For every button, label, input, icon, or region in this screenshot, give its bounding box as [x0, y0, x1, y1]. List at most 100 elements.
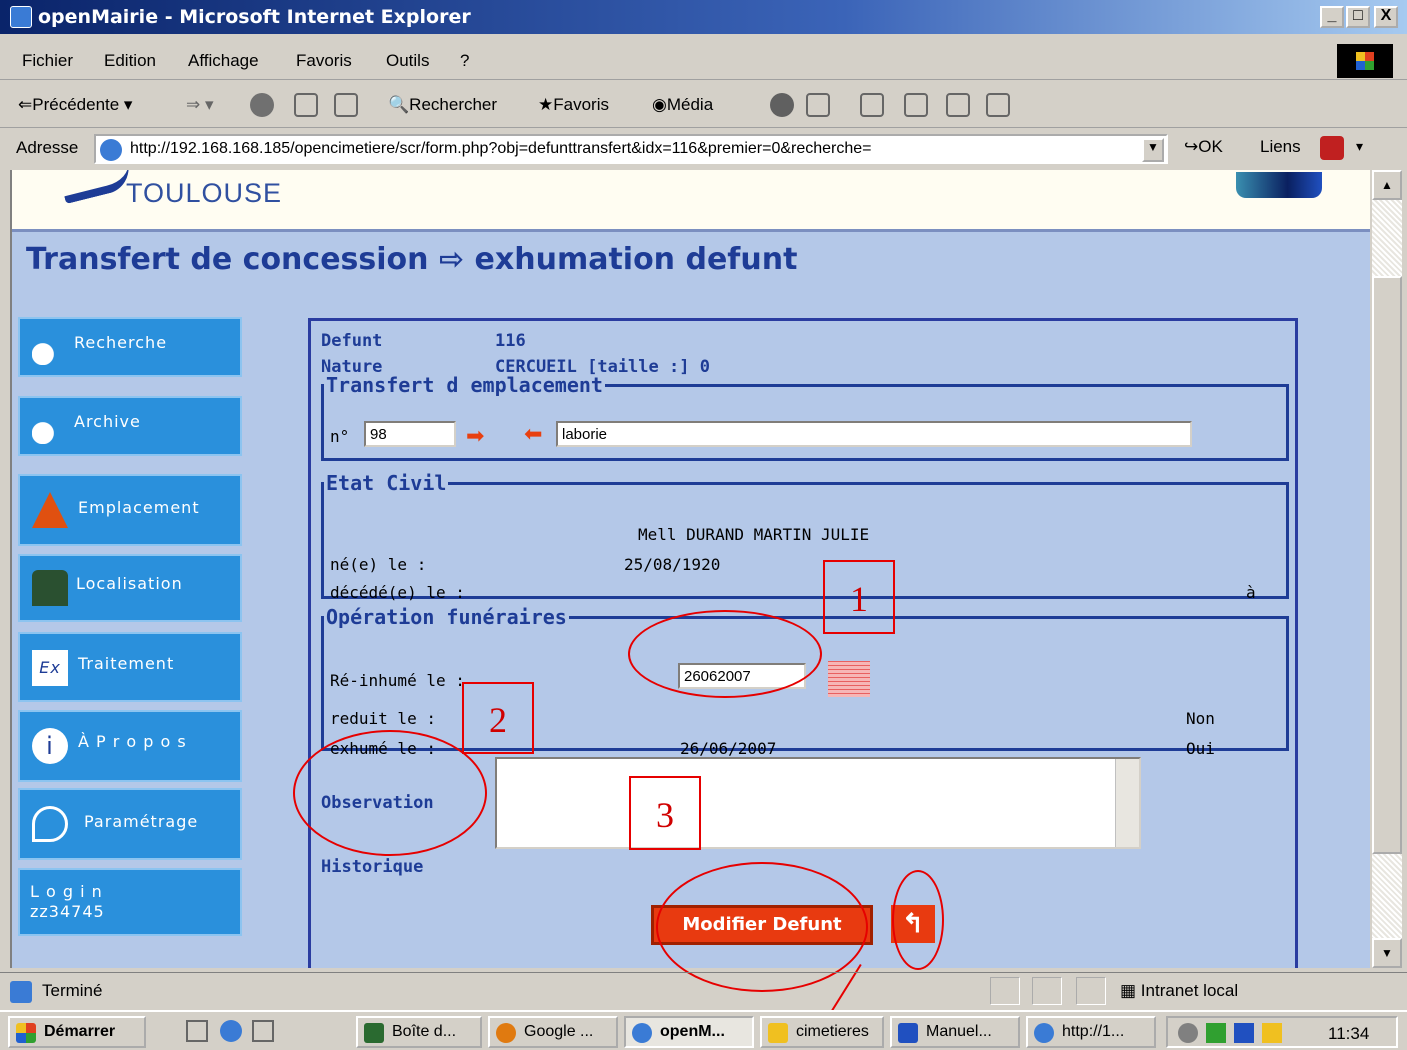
- arrow-right-icon[interactable]: ➡: [466, 423, 484, 449]
- emplacement-field[interactable]: [556, 421, 1192, 447]
- nav-parametrage[interactable]: Paramétrage: [18, 788, 242, 860]
- menu-bar: Fichier Edition Affichage Favoris Outils…: [0, 40, 1407, 80]
- security-zone: ▦ Intranet local: [1120, 981, 1239, 1000]
- nav-login[interactable]: L o g i n zz34745: [18, 868, 242, 936]
- messenger-icon[interactable]: [986, 93, 1010, 117]
- print-icon[interactable]: [860, 93, 884, 117]
- desktop-icon[interactable]: [252, 1020, 274, 1042]
- menu-fichier[interactable]: Fichier: [22, 51, 73, 71]
- page-title: Transfert de concession ⇨ exhumation def…: [26, 242, 798, 277]
- status-pane: [990, 977, 1020, 1005]
- calendar-icon[interactable]: [828, 661, 870, 697]
- quicklaunch-icon[interactable]: [186, 1020, 208, 1042]
- forward-button[interactable]: ⇒ ▾: [186, 95, 214, 115]
- defunt-label: Defunt: [321, 331, 383, 351]
- annotation-ellipse-date: [628, 610, 822, 698]
- address-bar: Adresse http://192.168.168.185/opencimet…: [0, 130, 1407, 168]
- search-button[interactable]: 🔍Rechercher: [388, 95, 497, 115]
- volume-icon[interactable]: [1178, 1023, 1198, 1043]
- status-pane: [1076, 977, 1106, 1005]
- menu-affichage[interactable]: Affichage: [188, 51, 259, 71]
- media-button[interactable]: ◉Média: [652, 95, 713, 115]
- transfert-fieldset: Transfert d emplacement n° ➡ ➡: [321, 373, 1289, 461]
- etat-civil-legend: Etat Civil: [326, 471, 447, 495]
- home-icon[interactable]: [334, 93, 358, 117]
- page-icon: [100, 139, 122, 161]
- address-dropdown[interactable]: ▼: [1142, 138, 1164, 162]
- scroll-down-button[interactable]: ▼: [1372, 938, 1402, 968]
- start-button[interactable]: Démarrer: [8, 1016, 146, 1048]
- page-scrollbar[interactable]: ▲ ▼: [1372, 170, 1402, 968]
- system-tray: 11:34: [1166, 1016, 1398, 1048]
- observation-textarea[interactable]: [495, 757, 1141, 849]
- ne-label: né(e) le :: [330, 555, 427, 574]
- app-tray-icon[interactable]: [1234, 1023, 1254, 1043]
- annotation-ellipse-observation: [293, 730, 487, 856]
- nav-archive[interactable]: Archive: [18, 396, 242, 456]
- menu-outils[interactable]: Outils: [386, 51, 429, 71]
- status-text: Terminé: [42, 981, 103, 1000]
- links-button[interactable]: Liens: [1260, 137, 1301, 157]
- reduit-label: reduit le :: [330, 709, 436, 728]
- decede-label: décédé(e) le :: [330, 583, 465, 602]
- close-button[interactable]: X: [1374, 6, 1398, 28]
- title-bar: openMairie - Microsoft Internet Explorer…: [0, 0, 1407, 34]
- annotation-1: 1: [823, 560, 895, 634]
- status-pane: [1032, 977, 1062, 1005]
- historique-label: Historique: [321, 857, 424, 877]
- task-mail[interactable]: Boîte d...: [356, 1016, 482, 1048]
- stop-icon[interactable]: [250, 93, 274, 117]
- mail-icon[interactable]: [806, 93, 830, 117]
- arrow-left-icon[interactable]: ➡: [524, 421, 542, 447]
- refresh-icon[interactable]: [294, 93, 318, 117]
- nav-traitement[interactable]: Ex Traitement: [18, 632, 242, 702]
- discuss-icon[interactable]: [946, 93, 970, 117]
- history-icon[interactable]: [770, 93, 794, 117]
- favorites-button[interactable]: ★Favoris: [538, 95, 609, 115]
- window-title: openMairie - Microsoft Internet Explorer: [38, 6, 471, 28]
- task-word[interactable]: Manuel...: [890, 1016, 1020, 1048]
- decede-at: à: [1246, 583, 1256, 602]
- civil-name: Mell DURAND MARTIN JULIE: [638, 525, 870, 544]
- minimize-button[interactable]: _: [1320, 6, 1344, 28]
- operation-legend: Opération funéraires: [326, 605, 567, 629]
- nav-emplacement[interactable]: Emplacement: [18, 474, 242, 546]
- chevron-down-icon[interactable]: ▾: [1356, 138, 1363, 155]
- back-button[interactable]: ⇐Précédente ▾: [18, 95, 132, 115]
- menu-help[interactable]: ?: [460, 51, 469, 71]
- nav-apropos[interactable]: i À P r o p o s: [18, 710, 242, 782]
- task-folder[interactable]: cimetieres: [760, 1016, 884, 1048]
- nav-localisation[interactable]: Localisation: [18, 554, 242, 622]
- address-url: http://192.168.168.185/opencimetiere/scr…: [130, 140, 872, 157]
- header-image: [1236, 172, 1322, 198]
- network-icon[interactable]: [1206, 1023, 1226, 1043]
- menu-favoris[interactable]: Favoris: [296, 51, 352, 71]
- menu-edition[interactable]: Edition: [104, 51, 156, 71]
- task-ie[interactable]: http://1...: [1026, 1016, 1156, 1048]
- tray-icon[interactable]: [1262, 1023, 1282, 1043]
- logo-swoosh: [59, 170, 135, 205]
- edit-icon[interactable]: [904, 93, 928, 117]
- ex-icon: Ex: [32, 650, 68, 686]
- task-firefox[interactable]: Google ...: [488, 1016, 618, 1048]
- num-field[interactable]: [364, 421, 456, 447]
- archive-icon: [32, 408, 68, 444]
- textarea-scrollbar[interactable]: [1115, 759, 1139, 847]
- defunt-value: 116: [495, 331, 526, 351]
- scroll-up-button[interactable]: ▲: [1372, 170, 1402, 200]
- task-ie-active[interactable]: openM...: [624, 1016, 754, 1048]
- page-header: TOULOUSE: [12, 170, 1370, 232]
- scroll-thumb[interactable]: [1372, 276, 1402, 854]
- num-label: n°: [330, 427, 350, 446]
- nav-recherche[interactable]: Recherche: [18, 317, 242, 377]
- ie-icon[interactable]: [220, 1020, 242, 1042]
- acrobat-icon[interactable]: [1320, 136, 1344, 160]
- go-button[interactable]: ↪OK: [1184, 137, 1223, 157]
- address-input[interactable]: http://192.168.168.185/opencimetiere/scr…: [94, 134, 1168, 164]
- page-status-icon: [10, 981, 32, 1003]
- ie-icon: [10, 6, 32, 28]
- maximize-button[interactable]: □: [1346, 6, 1370, 28]
- annotation-3: 3: [629, 776, 701, 850]
- logo-text: TOULOUSE: [126, 178, 283, 208]
- etat-civil-fieldset: Etat Civil Mell DURAND MARTIN JULIE né(e…: [321, 471, 1289, 602]
